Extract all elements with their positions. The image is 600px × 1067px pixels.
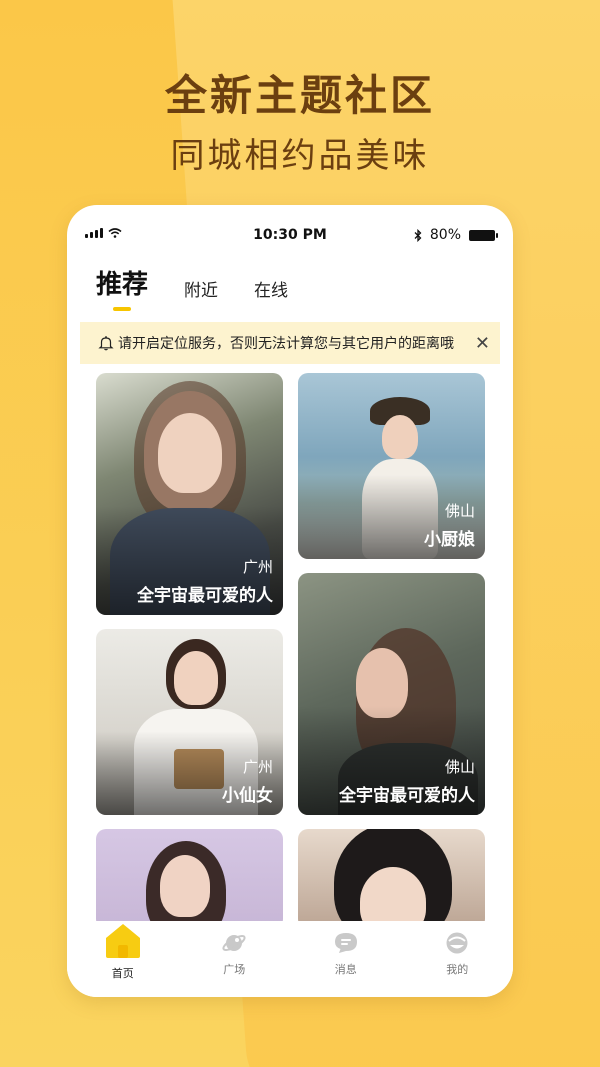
nav-label: 我的 <box>446 963 469 976</box>
profile-photo-face <box>360 867 426 929</box>
card-name: 小仙女 <box>222 786 273 806</box>
card-city: 广州 <box>242 758 273 776</box>
profile-card[interactable]: 广州 全宇宙最可爱的人 <box>96 373 283 615</box>
promo-subline: 同城相约品美味 <box>170 136 430 176</box>
nav-home[interactable]: 首页 <box>83 924 163 997</box>
tab-online[interactable]: 在线 <box>254 276 288 307</box>
nav-messages[interactable]: 消息 <box>306 931 386 997</box>
feed-tabs: 推荐 附近 在线 <box>96 264 288 311</box>
battery-percent: 80% <box>429 227 461 243</box>
profile-card[interactable]: 佛山 全宇宙最可爱的人 <box>298 573 485 815</box>
planet-icon <box>222 935 246 951</box>
bell-icon <box>98 336 114 351</box>
battery-icon <box>469 229 498 241</box>
profile-card[interactable] <box>96 829 283 929</box>
close-icon[interactable]: ✕ <box>475 333 490 354</box>
card-city: 佛山 <box>444 758 475 776</box>
home-icon <box>105 924 140 958</box>
notice-text: 请开启定位服务，否则无法计算您与其它用户的距离哦 <box>118 336 454 352</box>
profile-photo-face <box>174 651 218 705</box>
card-name: 小厨娘 <box>424 530 475 550</box>
profile-card[interactable]: 佛山 小厨娘 <box>298 373 485 559</box>
profile-card[interactable]: 广州 小仙女 <box>96 629 283 815</box>
profile-card[interactable] <box>298 829 485 929</box>
profile-photo-face <box>382 415 418 459</box>
promo-headline: 全新主题社区 <box>164 71 435 120</box>
status-bar: 10:30 PM 80% <box>67 225 513 249</box>
bottom-nav: 首页 广场 消息 我的 <box>67 921 513 997</box>
nav-label: 首页 <box>111 967 134 980</box>
card-city: 佛山 <box>444 502 475 520</box>
chat-icon <box>334 933 357 953</box>
tab-recommend[interactable]: 推荐 <box>96 264 148 311</box>
card-city: 广州 <box>242 558 273 576</box>
nav-label: 消息 <box>334 963 357 976</box>
location-notice: 请开启定位服务，否则无法计算您与其它用户的距离哦 ✕ <box>80 322 500 364</box>
profile-icon <box>446 932 468 954</box>
nav-label: 广场 <box>223 963 246 976</box>
nav-square[interactable]: 广场 <box>194 931 274 997</box>
bluetooth-icon <box>414 228 422 242</box>
profile-photo-face <box>160 855 210 917</box>
phone-screen: 10:30 PM 80% 推荐 附近 在线 请开启定位服务，否则无法计算您与其它… <box>67 205 513 997</box>
card-name: 全宇宙最可爱的人 <box>137 586 273 606</box>
card-name: 全宇宙最可爱的人 <box>339 786 475 806</box>
profile-photo-face <box>158 413 222 493</box>
tab-nearby[interactable]: 附近 <box>184 276 218 307</box>
nav-profile[interactable]: 我的 <box>417 931 497 997</box>
